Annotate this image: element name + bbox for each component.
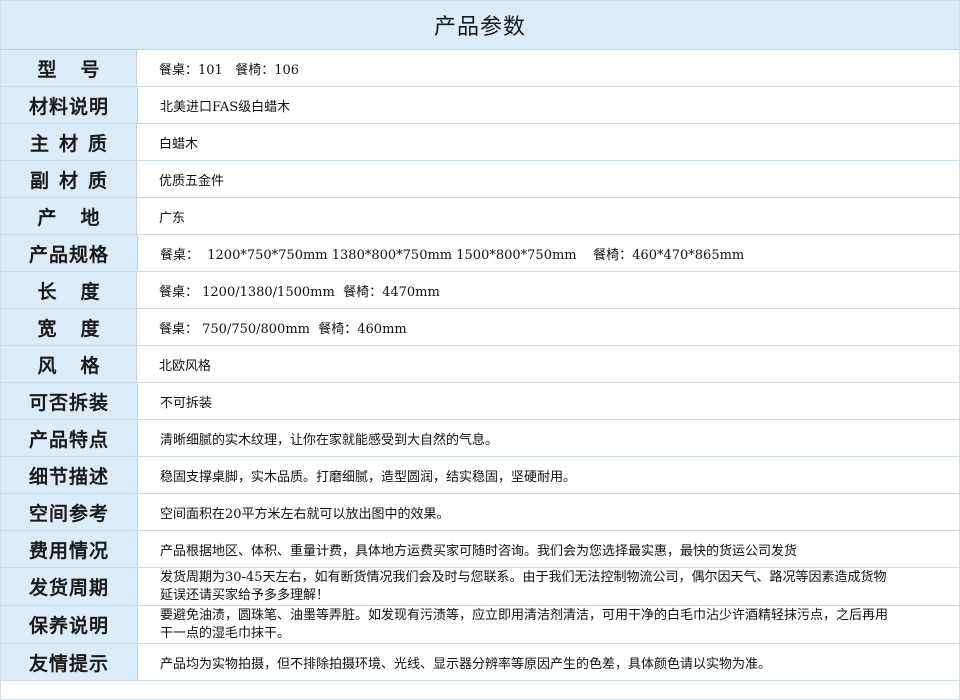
row-label: 细节描述 (1, 457, 138, 493)
row-width: 宽度 餐桌： 750/750/800mm 餐椅：460mm (1, 309, 959, 346)
row-label: 副材质 (1, 161, 137, 197)
row-origin: 产地 广东 (1, 198, 959, 235)
row-value: 广东 (159, 210, 186, 226)
row-label: 保养说明 (1, 606, 138, 643)
row-friendly-tip: 友情提示 产品均为实物拍摄，但不排除拍摄环境、光线、显示器分辨率等原因产生的色差… (1, 644, 959, 681)
row-label: 长度 (1, 272, 137, 308)
row-secondary-material: 副材质 优质五金件 (1, 161, 959, 198)
row-specification: 产品规格 餐桌： 1200*750*750mm 1380*800*750mm 1… (1, 235, 959, 272)
row-value: 餐桌： 750/750/800mm 餐椅：460mm (159, 321, 407, 337)
row-value: 餐桌：101 餐椅：106 (159, 62, 300, 78)
row-value: 稳固支撑桌脚，实木品质。打磨细腻，造型圆润，结实稳固，坚硬耐用。 (160, 469, 577, 485)
row-value: 餐桌： 1200*750*750mm 1380*800*750mm 1500*8… (160, 247, 745, 263)
row-value: 空间面积在20平方米左右就可以放出图中的效果。 (160, 506, 450, 522)
row-features: 产品特点 清晰细腻的实木纹理，让你在家就能感受到大自然的气息。 (1, 420, 959, 457)
row-value: 北美进口FAS级白蜡木 (160, 99, 291, 115)
row-label: 产地 (1, 198, 137, 234)
table-title: 产品参数 (1, 1, 959, 50)
product-parameters-table: 产品参数 型号 餐桌：101 餐椅：106 材料说明 北美进口FAS级白蜡木 主… (0, 0, 960, 700)
row-label: 空间参考 (1, 494, 138, 530)
row-value: 产品均为实物拍摄，但不排除拍摄环境、光线、显示器分辨率等原因产生的色差，具体颜色… (160, 656, 772, 672)
row-label: 材料说明 (1, 87, 138, 123)
row-label: 产品特点 (1, 420, 138, 456)
row-label: 型号 (1, 50, 137, 86)
row-value: 不可拆装 (160, 395, 213, 411)
row-delivery-period: 发货周期 发货周期为30-45天左右，如有断货情况我们会及时与您联系。由于我们无… (1, 568, 959, 606)
row-value: 要避免油渍，圆珠笔、油墨等弄脏。如发现有污渍等，应立即用清洁剂清洁，可用干净的白… (160, 607, 889, 641)
row-label: 主材质 (1, 124, 137, 160)
row-maintenance: 保养说明 要避免油渍，圆珠笔、油墨等弄脏。如发现有污渍等，应立即用清洁剂清洁，可… (1, 606, 959, 644)
row-shipping-cost: 费用情况 产品根据地区、体积、重量计费，具体地方运费买家可随时咨询。我们会为您选… (1, 531, 959, 568)
row-details: 细节描述 稳固支撑桌脚，实木品质。打磨细腻，造型圆润，结实稳固，坚硬耐用。 (1, 457, 959, 494)
row-value: 清晰细腻的实木纹理，让你在家就能感受到大自然的气息。 (160, 432, 499, 448)
row-material-note: 材料说明 北美进口FAS级白蜡木 (1, 87, 959, 124)
row-main-material: 主材质 白蜡木 (1, 124, 959, 161)
row-model: 型号 餐桌：101 餐椅：106 (1, 50, 959, 87)
row-length: 长度 餐桌： 1200/1380/1500mm 餐椅：4470mm (1, 272, 959, 309)
row-space-reference: 空间参考 空间面积在20平方米左右就可以放出图中的效果。 (1, 494, 959, 531)
row-label: 费用情况 (1, 531, 138, 567)
row-value: 发货周期为30-45天左右，如有断货情况我们会及时与您联系。由于我们无法控制物流… (160, 569, 887, 603)
parameter-rows: 型号 餐桌：101 餐椅：106 材料说明 北美进口FAS级白蜡木 主材质 白蜡… (1, 50, 959, 681)
row-value: 北欧风格 (159, 358, 212, 374)
row-label: 友情提示 (1, 644, 138, 680)
row-style: 风格 北欧风格 (1, 346, 959, 383)
row-value: 优质五金件 (159, 173, 225, 189)
row-value: 餐桌： 1200/1380/1500mm 餐椅：4470mm (159, 284, 440, 300)
row-detachable: 可否拆装 不可拆装 (1, 383, 959, 420)
row-label: 发货周期 (1, 568, 138, 605)
row-label: 产品规格 (1, 235, 138, 271)
row-value: 白蜡木 (159, 136, 199, 152)
row-label: 风格 (1, 346, 137, 382)
row-label: 宽度 (1, 309, 137, 345)
row-value: 产品根据地区、体积、重量计费，具体地方运费买家可随时咨询。我们会为您选择最实惠，… (160, 543, 798, 559)
row-label: 可否拆装 (1, 383, 138, 419)
